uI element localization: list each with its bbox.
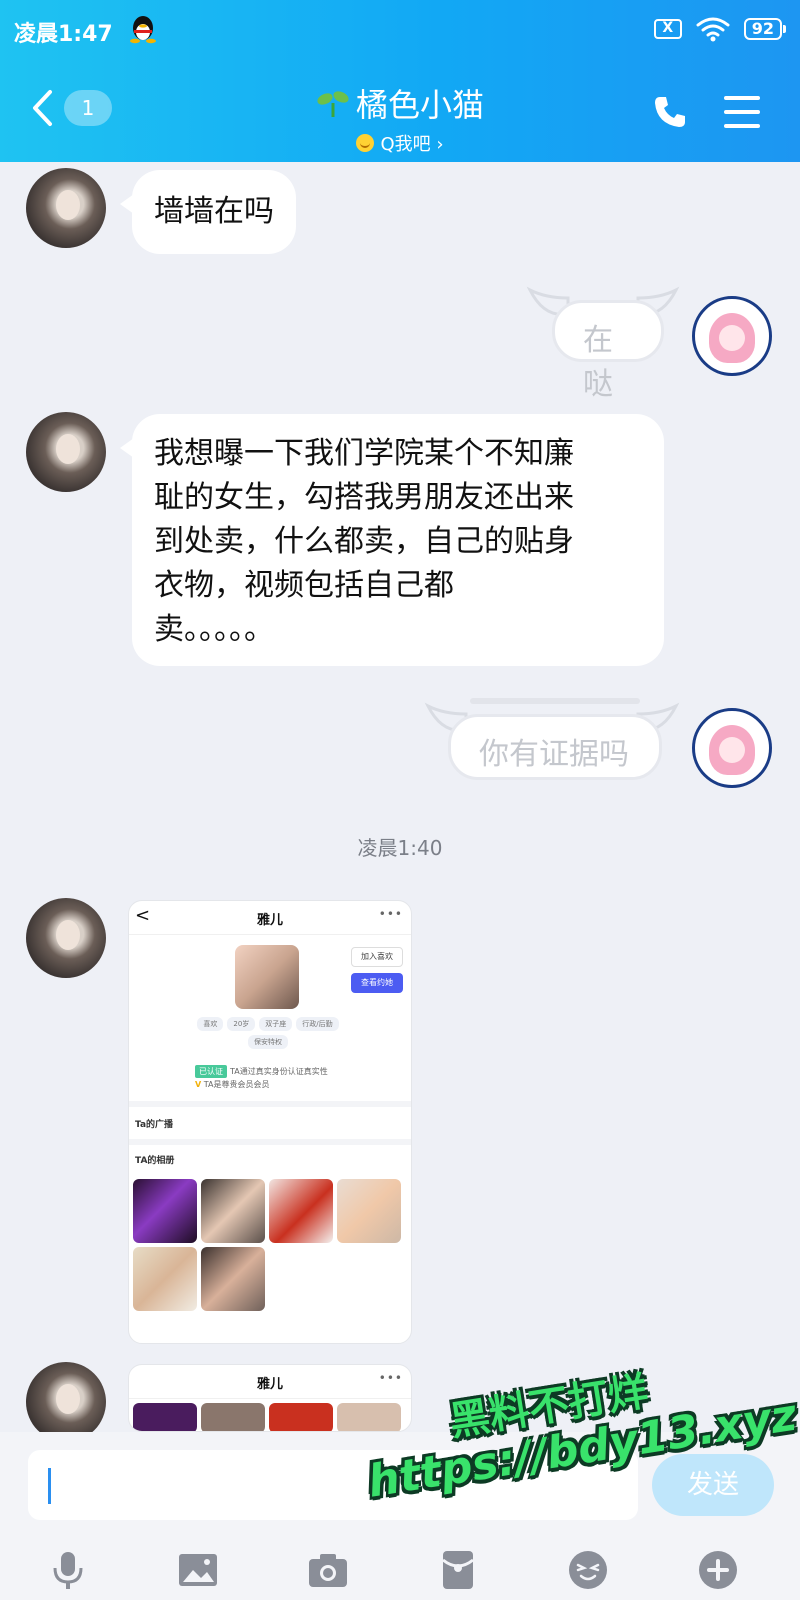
message-line: 我想曝一下我们学院某个不知廉: [154, 436, 574, 471]
qq-penguin-icon: [130, 16, 156, 44]
album-thumbnail: [269, 1403, 333, 1431]
input-bar: 发送: [0, 1432, 800, 1600]
album-thumbnail: [133, 1403, 197, 1431]
message-text: 你有证据吗: [479, 737, 629, 772]
text-caret: [48, 1468, 51, 1504]
album-thumbnail: [269, 1179, 333, 1243]
message-timestamp: 凌晨1:40: [357, 836, 443, 860]
message-bubble-outgoing[interactable]: 在哒: [552, 300, 664, 402]
album-thumbnail: [337, 1403, 401, 1431]
contact-avatar[interactable]: [26, 168, 106, 248]
card-header: 雅儿 •••: [129, 1365, 411, 1399]
my-avatar[interactable]: [692, 708, 772, 788]
send-button[interactable]: 发送: [652, 1454, 774, 1516]
battery-indicator: 92: [743, 18, 787, 40]
vip-text: TA是尊贵会员会员: [203, 1080, 270, 1089]
sprout-icon: [317, 91, 349, 117]
card-divider: [129, 1101, 411, 1107]
album-thumbnail: [337, 1179, 401, 1243]
card-tag: 双子座: [259, 1017, 293, 1031]
message-line: 衣物，视频包括自己都: [154, 568, 454, 603]
verify-badge: 已认证: [195, 1065, 227, 1078]
contact-avatar[interactable]: [26, 898, 106, 978]
message-input[interactable]: [28, 1450, 638, 1520]
card-tag: 喜欢: [197, 1017, 224, 1031]
album-thumbnail: [201, 1179, 265, 1243]
camera-icon[interactable]: [306, 1548, 350, 1592]
smile-icon: [356, 134, 375, 152]
card-tag: 保安特权: [248, 1035, 288, 1049]
wifi-icon: [696, 17, 730, 42]
contact-status: Q我吧 ›: [356, 130, 444, 156]
message-bubble-incoming[interactable]: 我想曝一下我们学院某个不知廉 耻的女生，勾搭我男朋友还出来 到处卖，什么都卖，自…: [120, 414, 664, 666]
card-verify-row: 已认证 TA通过真实身份认证真实性: [195, 1065, 328, 1078]
profile-photo: [235, 945, 299, 1009]
menu-icon[interactable]: [724, 96, 760, 128]
shared-image-message[interactable]: 雅儿 •••: [128, 1364, 412, 1432]
card-more-icon: •••: [378, 907, 403, 921]
message-text: 墙墙在吗: [154, 194, 274, 229]
plus-icon[interactable]: [696, 1548, 740, 1592]
album-thumbnail: [201, 1247, 265, 1311]
emoji-icon[interactable]: [566, 1548, 610, 1592]
bubble-decoration-bar: [470, 698, 640, 704]
contact-name: 橘色小猫: [355, 86, 484, 124]
message-text: 在哒: [583, 323, 613, 402]
card-more-icon: •••: [378, 1371, 403, 1385]
contact-status-text: Q我吧 ›: [380, 134, 444, 155]
card-divider: [129, 1139, 411, 1145]
my-avatar[interactable]: [692, 296, 772, 376]
message-line: 到处卖，什么都卖，自己的贴身: [154, 524, 574, 559]
image-icon[interactable]: [176, 1548, 220, 1592]
card-tag: 20岁: [227, 1017, 256, 1031]
message-bubble-outgoing[interactable]: 你有证据吗: [448, 714, 662, 780]
status-time: 凌晨1:47: [14, 22, 113, 47]
album-thumbnail: [201, 1403, 265, 1431]
chat-header: 凌晨1:47 X 92 1 橘色小猫 Q我吧 ›: [0, 0, 800, 162]
message-bubble-incoming[interactable]: 墙墙在吗: [120, 170, 296, 254]
mic-icon[interactable]: [46, 1548, 90, 1592]
card-title: 雅儿: [256, 913, 283, 928]
no-sim-icon: X: [653, 19, 682, 39]
card-section-album: TA的相册: [135, 1156, 175, 1166]
card-title: 雅儿: [256, 1377, 283, 1392]
album-thumbnail: [133, 1179, 197, 1243]
card-section-broadcast: Ta的广播: [135, 1120, 174, 1130]
shared-image-message[interactable]: < 雅儿 ••• 加入喜欢 查看约她 喜欢 20岁 双子座 行政/后勤 保安特权…: [128, 900, 412, 1344]
card-chat-button: 查看约她: [351, 973, 403, 993]
red-packet-icon[interactable]: [436, 1548, 480, 1592]
card-header: < 雅儿 •••: [129, 901, 411, 935]
vip-icon: V: [195, 1080, 202, 1089]
input-toolbar: [0, 1540, 800, 1600]
verify-text: TA通过真实身份认证真实性: [230, 1067, 328, 1076]
album-thumbnail: [133, 1247, 197, 1311]
phone-call-icon[interactable]: [652, 94, 688, 130]
contact-avatar[interactable]: [26, 412, 106, 492]
card-vip-row: V TA是尊贵会员会员: [195, 1079, 270, 1090]
status-icons: X 92: [653, 16, 787, 42]
contact-name-row: 橘色小猫: [316, 80, 484, 126]
card-tag: 行政/后勤: [296, 1017, 339, 1031]
message-line: 卖。。。。。: [154, 612, 274, 647]
card-tags: 喜欢 20岁 双子座 行政/后勤 保安特权: [193, 1017, 343, 1049]
message-line: 耻的女生，勾搭我男朋友还出来: [154, 480, 574, 515]
contact-avatar[interactable]: [26, 1362, 106, 1442]
card-add-button: 加入喜欢: [351, 947, 403, 967]
